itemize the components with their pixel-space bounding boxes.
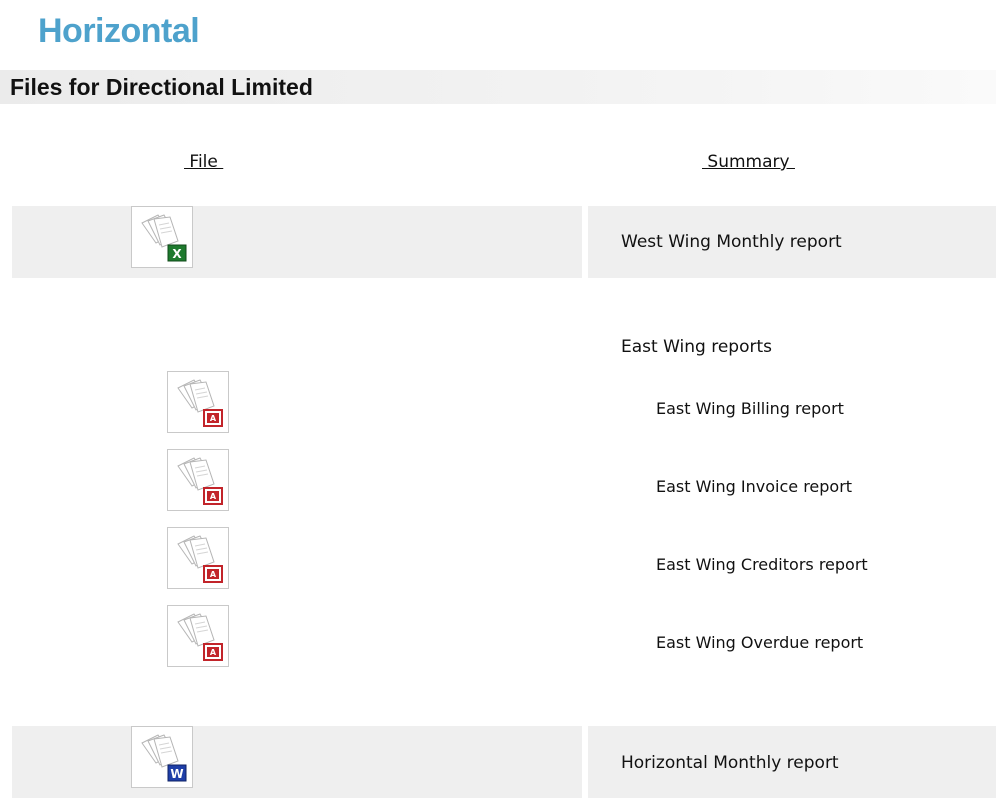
table-row-file-cell <box>12 726 582 798</box>
svg-text:A: A <box>210 414 217 423</box>
svg-text:A: A <box>210 492 217 501</box>
summary-east-wing-invoice: East Wing Invoice report <box>656 477 853 496</box>
summary-group-east-wing: East Wing reports <box>621 337 772 357</box>
summary-east-wing-overdue: East Wing Overdue report <box>656 633 864 652</box>
pdf-file-icon[interactable]: A <box>167 449 229 511</box>
column-header-file: File <box>184 152 224 172</box>
table-row-file-cell <box>12 206 582 278</box>
svg-text:A: A <box>210 648 217 657</box>
section-header-bar: Files for Directional Limited <box>0 70 996 104</box>
svg-text:W: W <box>170 767 183 781</box>
svg-text:X: X <box>172 247 182 261</box>
section-title: Files for Directional Limited <box>10 74 313 100</box>
column-header-summary: Summary <box>702 152 795 172</box>
word-file-icon[interactable]: W <box>131 726 193 788</box>
summary-east-wing-billing: East Wing Billing report <box>656 399 844 418</box>
pdf-file-icon[interactable]: A <box>167 371 229 433</box>
page-title: Horizontal <box>38 12 200 50</box>
summary-horizontal-monthly: Horizontal Monthly report <box>621 753 839 773</box>
excel-file-icon[interactable]: X <box>131 206 193 268</box>
pdf-file-icon[interactable]: A <box>167 527 229 589</box>
pdf-file-icon[interactable]: A <box>167 605 229 667</box>
summary-east-wing-creditors: East Wing Creditors report <box>656 555 868 574</box>
summary-west-wing-monthly: West Wing Monthly report <box>621 232 842 252</box>
svg-text:A: A <box>210 570 217 579</box>
